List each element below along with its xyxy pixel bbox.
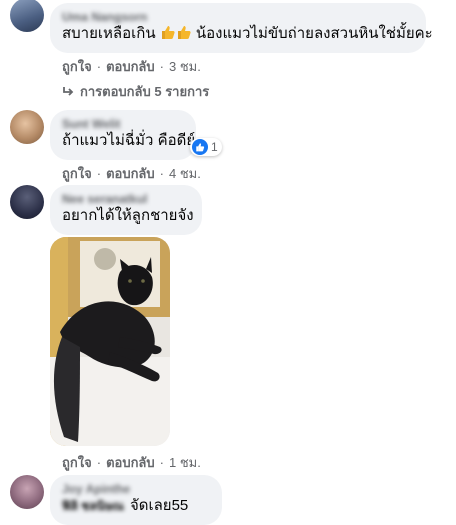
- comment-time[interactable]: 4 ชม.: [169, 163, 201, 184]
- reply-arrow-icon: [62, 86, 74, 98]
- comment-bubble: Sunt Welit ถ้าแมวไม่ฉี่มั่ว คือดีย์: [50, 110, 196, 160]
- reaction-summary[interactable]: 1: [190, 138, 222, 156]
- separator-dot: ·: [96, 59, 102, 74]
- reply-link[interactable]: ตอบกลับ: [106, 163, 155, 184]
- like-link[interactable]: ถูกใจ: [62, 56, 92, 77]
- comment-actions: ถูกใจ · ตอบกลับ · 1 ชม.: [62, 452, 201, 473]
- comment-bubble: Uma Nangsorn สบายเหลือเกิน น้องแมวไม่ขับ…: [50, 3, 433, 53]
- separator-dot: ·: [159, 59, 164, 74]
- reaction-count: 1: [211, 140, 218, 154]
- comment-actions: ถูกใจ · ตอบกลับ · 3 ชม.: [62, 56, 201, 77]
- comment-actions: ถูกใจ · ตอบกลับ · 4 ชม.: [62, 163, 201, 184]
- comment-author[interactable]: Nee seranatkul: [62, 192, 190, 206]
- avatar[interactable]: [10, 475, 44, 509]
- separator-dot: ·: [96, 455, 102, 470]
- like-link[interactable]: ถูกใจ: [62, 452, 92, 473]
- comment-text: สบายเหลือเกิน น้องแมวไม่ขับถ่ายลงสวนหินใ…: [62, 24, 433, 46]
- like-link[interactable]: ถูกใจ: [62, 163, 92, 184]
- comment-photo[interactable]: [50, 237, 170, 446]
- comment-text: อยากได้ให้ลูกชายจัง: [62, 207, 194, 224]
- view-replies-link[interactable]: การตอบกลับ 5 รายการ: [62, 81, 209, 102]
- avatar[interactable]: [10, 110, 44, 144]
- reply-link[interactable]: ตอบกลับ: [106, 56, 155, 77]
- comment-bubble: Nee seranatkul อยากได้ให้ลูกชายจัง: [50, 185, 202, 235]
- comment-author[interactable]: Sunt Welit: [62, 117, 184, 131]
- separator-dot: ·: [96, 166, 102, 181]
- comment-author[interactable]: Uma Nangsorn: [62, 10, 414, 24]
- separator-dot: ·: [159, 455, 164, 470]
- avatar[interactable]: [10, 185, 44, 219]
- thumbs-up-emoji-icon: [176, 24, 192, 46]
- mentioned-user[interactable]: ฟิลิ ชลนิษณ: [62, 496, 124, 516]
- reply-link[interactable]: ตอบกลับ: [106, 452, 155, 473]
- comment-text: ถ้าแมวไม่ฉี่มั่ว คือดีย์: [62, 132, 196, 149]
- separator-dot: ·: [159, 166, 164, 181]
- cat-photo-image: [50, 237, 170, 446]
- avatar[interactable]: [10, 0, 44, 32]
- comment-time[interactable]: 3 ชม.: [169, 56, 201, 77]
- comment-text: ฟิลิ ชลนิษณ จัดเลย55: [62, 496, 189, 516]
- thumbs-up-emoji-icon: [160, 24, 176, 46]
- like-reaction-icon: [192, 139, 208, 155]
- comment-time[interactable]: 1 ชม.: [169, 452, 201, 473]
- replies-count-label: การตอบกลับ 5 รายการ: [80, 84, 210, 99]
- comment-bubble: Joy Apinthe ฟิลิ ชลนิษณ จัดเลย55: [50, 475, 222, 525]
- comment-author[interactable]: Joy Apinthe: [62, 482, 210, 496]
